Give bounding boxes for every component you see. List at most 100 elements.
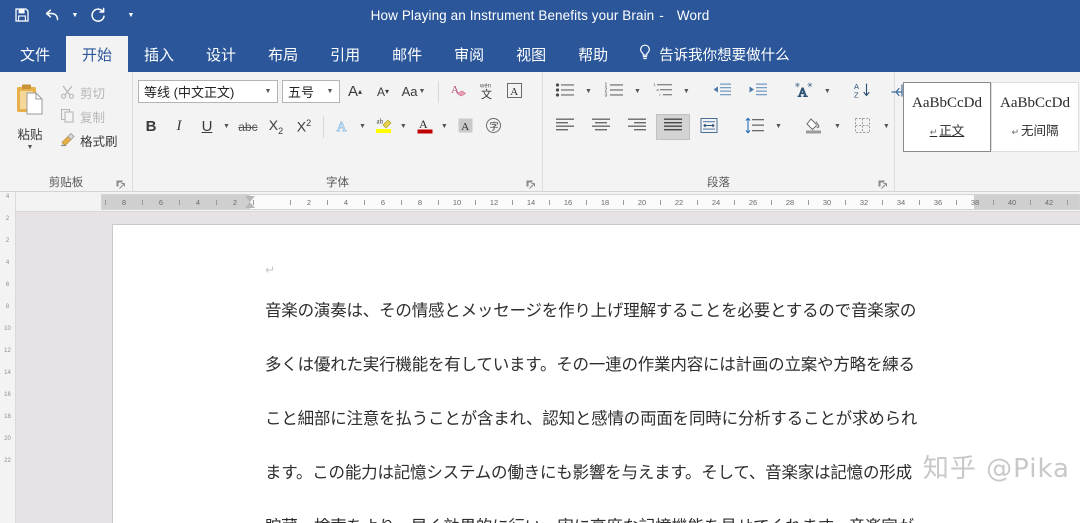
document-line-4[interactable]: ます。この能力は記憶システムの働きにも影響を与えます。そして、音楽家は記憶の形成 — [265, 459, 912, 483]
highlight-color-dropdown-icon[interactable]: ▼ — [399, 122, 410, 132]
workspace: 4 2 2 4 6 8 10 12 14 16 18 20 22 8 6 4 2… — [0, 192, 1080, 523]
line-spacing-dropdown-icon[interactable]: ▼ — [774, 122, 785, 132]
bold-button[interactable]: B — [138, 114, 164, 140]
align-left-button[interactable] — [548, 114, 582, 140]
document-area[interactable]: ↵ 音楽の演奏は、その情感とメッセージを作り上げ理解することを必要とするので音楽… — [16, 212, 1080, 523]
tab-references[interactable]: 引用 — [314, 36, 376, 72]
tab-insert[interactable]: 插入 — [128, 36, 190, 72]
superscript-button[interactable]: X2 — [291, 114, 317, 140]
tab-home[interactable]: 开始 — [66, 36, 129, 72]
quick-access-toolbar: ▼ ▼ — [0, 0, 138, 30]
numbering-dropdown-icon[interactable]: ▼ — [633, 87, 644, 97]
multilevel-list-button[interactable]: 1 a i — [646, 79, 680, 105]
numbering-button[interactable]: 1 2 3 — [597, 79, 631, 105]
redo-icon[interactable] — [84, 2, 112, 28]
paragraph-group-label: 段落 — [543, 175, 894, 192]
undo-dropdown-icon[interactable]: ▼ — [68, 2, 82, 28]
tab-view[interactable]: 视图 — [500, 36, 562, 72]
app-name: Word — [676, 7, 710, 23]
sort-button[interactable]: A Z — [846, 79, 880, 105]
font-dialog-launcher[interactable] — [525, 179, 536, 190]
vruler-tick-2: 2 — [5, 238, 10, 244]
style-normal[interactable]: AaBbCcDd ↵ 正文 — [903, 82, 991, 152]
style-no-spacing[interactable]: AaBbCcDd ↵ 无间隔 — [991, 82, 1079, 152]
font-name-dropdown-icon[interactable]: ▼ — [261, 88, 275, 95]
tab-design[interactable]: 设计 — [190, 36, 252, 72]
cut-button[interactable]: 剪切 — [57, 82, 121, 103]
shrink-font-button[interactable]: A ▾ — [370, 79, 396, 105]
document-line-2[interactable]: 多くは優れた実行機能を有しています。その一連の作業内容には計画の立案や方略を練る — [265, 351, 915, 375]
tab-layout[interactable]: 布局 — [252, 36, 314, 72]
enclose-characters-button[interactable]: 字 — [481, 114, 507, 140]
paragraph-dialog-launcher[interactable] — [877, 179, 888, 190]
ruler-label-4: 4 — [343, 198, 349, 207]
asian-layout-dropdown-icon[interactable]: ▼ — [823, 87, 834, 97]
font-name-combo[interactable]: 等线 (中文正文) ▼ — [138, 80, 278, 103]
font-size-combo[interactable]: 五号 ▼ — [282, 80, 340, 103]
font-color-dropdown-icon[interactable]: ▼ — [440, 122, 451, 132]
clipboard-dialog-launcher[interactable] — [115, 179, 126, 190]
multilevel-list-dropdown-icon[interactable]: ▼ — [682, 87, 693, 97]
tab-mailings[interactable]: 邮件 — [376, 36, 438, 72]
font-size-value: 五号 — [288, 85, 315, 100]
copy-label: 复制 — [80, 111, 106, 125]
svg-text:A: A — [510, 86, 518, 98]
italic-button[interactable]: I — [166, 114, 192, 140]
shading-dropdown-icon[interactable]: ▼ — [833, 122, 844, 132]
grow-font-button[interactable]: A ▴ — [342, 79, 368, 105]
hanging-indent-marker[interactable] — [245, 202, 255, 208]
text-effects-button[interactable]: A — [330, 114, 356, 140]
character-border-button[interactable]: A — [501, 79, 527, 105]
format-painter-button[interactable]: 格式刷 — [57, 130, 121, 151]
tab-review[interactable]: 审阅 — [438, 36, 500, 72]
highlight-color-button[interactable]: ab — [371, 114, 397, 140]
align-left-icon — [555, 117, 575, 136]
document-page[interactable]: ↵ 音楽の演奏は、その情感とメッセージを作り上げ理解することを必要とするので音楽… — [113, 225, 1080, 523]
phonetic-guide-button[interactable]: wén 文 — [473, 79, 499, 105]
paste-dropdown-icon[interactable]: ▼ — [27, 144, 34, 152]
underline-dropdown-icon[interactable]: ▼ — [222, 122, 233, 132]
document-line-1[interactable]: 音楽の演奏は、その情感とメッセージを作り上げ理解することを必要とするので音楽家の — [265, 297, 916, 321]
bullets-button[interactable] — [548, 79, 582, 105]
asian-layout-button[interactable]: A ✳ ✳ — [787, 79, 821, 105]
font-size-dropdown-icon[interactable]: ▼ — [323, 88, 337, 95]
line-spacing-button[interactable] — [738, 114, 772, 140]
character-shading-button[interactable]: A — [453, 114, 479, 140]
distributed-button[interactable] — [692, 114, 726, 140]
align-right-button[interactable] — [620, 114, 654, 140]
font-group-label: 字体 — [133, 175, 542, 192]
change-case-button[interactable]: Aa ▼ — [398, 79, 432, 105]
shading-button[interactable] — [797, 114, 831, 140]
strikethrough-button[interactable]: abc — [235, 114, 261, 140]
tab-file[interactable]: 文件 — [4, 36, 66, 72]
align-right-icon — [627, 117, 647, 136]
underline-button[interactable]: U — [194, 114, 220, 140]
borders-dropdown-icon[interactable]: ▼ — [882, 122, 893, 132]
ruler-label-42: 42 — [1044, 198, 1054, 207]
page-text-body[interactable]: ↵ 音楽の演奏は、その情感とメッセージを作り上げ理解することを必要とするので音楽… — [265, 225, 1080, 523]
increase-indent-button[interactable] — [741, 79, 775, 105]
customize-qat-icon[interactable]: ▼ — [124, 2, 138, 28]
document-line-3[interactable]: こと細部に注意を払うことが含まれ、認知と感情の両面を同時に分析することが求められ — [265, 405, 917, 429]
document-line-5[interactable]: 貯蔵、検索をより、早く効果的に行い、実に高度な記憶機能を見せてくれます。音楽家が — [265, 513, 914, 523]
copy-button[interactable]: 复制 — [57, 106, 121, 127]
clear-formatting-button[interactable]: A — [445, 79, 471, 105]
justify-button[interactable] — [656, 113, 690, 140]
style-no-spacing-preview: AaBbCcDd — [1000, 95, 1070, 111]
paste-button[interactable]: 粘贴 ▼ — [5, 78, 55, 175]
ruler-strip[interactable]: 8 6 4 2 2 4 6 8 10 12 14 16 18 20 22 24 — [101, 194, 1080, 210]
undo-icon[interactable] — [38, 2, 66, 28]
borders-button[interactable] — [846, 114, 880, 140]
decrease-indent-button[interactable] — [705, 79, 739, 105]
tell-me-box[interactable]: 告诉我你想要做什么 — [624, 36, 800, 72]
font-color-button[interactable]: A — [412, 114, 438, 140]
save-icon[interactable] — [8, 2, 36, 28]
bullets-dropdown-icon[interactable]: ▼ — [584, 87, 595, 97]
text-effects-dropdown-icon[interactable]: ▼ — [358, 122, 369, 132]
subscript-button[interactable]: X2 — [263, 114, 289, 140]
align-center-button[interactable] — [584, 114, 618, 140]
change-case-dropdown-icon[interactable]: ▼ — [417, 87, 428, 97]
tab-help[interactable]: 帮助 — [562, 36, 624, 72]
vertical-ruler[interactable]: 4 2 2 4 6 8 10 12 14 16 18 20 22 — [0, 192, 16, 523]
horizontal-ruler[interactable]: 8 6 4 2 2 4 6 8 10 12 14 16 18 20 22 24 — [16, 192, 1080, 212]
